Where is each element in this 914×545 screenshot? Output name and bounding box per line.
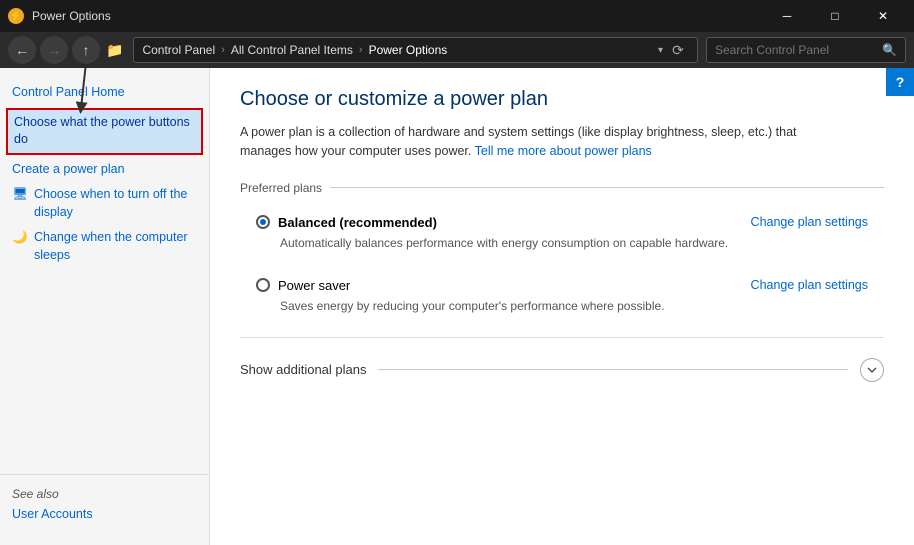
title-bar-left: ⚡ Power Options	[8, 8, 111, 24]
plan-item-power-saver: Power saver Change plan settings Saves e…	[240, 266, 884, 325]
title-bar: ⚡ Power Options ─ □ ✕	[0, 0, 914, 32]
user-accounts-link[interactable]: User Accounts	[12, 507, 197, 521]
divider	[240, 337, 884, 338]
plan-name-power-saver: Power saver	[278, 278, 350, 293]
breadcrumb-power-options[interactable]: Power Options	[369, 43, 448, 57]
see-also-heading: See also	[12, 487, 197, 501]
sidebar-item-power-buttons[interactable]: Choose what the power buttons do	[6, 108, 203, 155]
search-button[interactable]: 🔍	[882, 43, 897, 57]
sidebar-item-label: Choose when to turn off the display	[34, 186, 197, 221]
change-settings-power-saver[interactable]: Change plan settings	[751, 278, 868, 292]
change-settings-balanced[interactable]: Change plan settings	[751, 215, 868, 229]
sidebar-item-label: Create a power plan	[12, 161, 197, 179]
title-bar-controls: ─ □ ✕	[764, 0, 906, 32]
chevron-down-icon	[866, 364, 878, 376]
sidebar-item-turn-off-display[interactable]: 🖥 Choose when to turn off the display	[0, 182, 209, 225]
sidebar: Control Panel Home Choose what the power…	[0, 68, 210, 545]
navigation-bar: ← → ↑ 📁 Control Panel › All Control Pane…	[0, 32, 914, 68]
plan-description-power-saver: Saves energy by reducing your computer's…	[280, 299, 868, 313]
power-options-icon: ⚡	[8, 8, 24, 24]
plan-radio-power-saver[interactable]: Power saver	[256, 278, 350, 293]
radio-power-saver[interactable]	[256, 278, 270, 292]
show-plans-line	[378, 369, 848, 370]
radio-balanced[interactable]	[256, 215, 270, 229]
preferred-plans-label: Preferred plans	[240, 181, 884, 195]
learn-more-link[interactable]: Tell me more about power plans	[475, 144, 652, 158]
address-dropdown-icon[interactable]: ▾	[658, 45, 663, 56]
plan-name-balanced: Balanced (recommended)	[278, 215, 437, 230]
sidebar-item-label: Control Panel Home	[12, 84, 197, 102]
plan-header-power-saver: Power saver Change plan settings	[256, 278, 868, 293]
up-button[interactable]: ↑	[72, 36, 100, 64]
plan-description-balanced: Automatically balances performance with …	[280, 236, 868, 250]
help-button[interactable]: ?	[886, 68, 914, 96]
sleep-icon: 🌙	[12, 230, 28, 246]
page-title: Choose or customize a power plan	[240, 88, 884, 111]
address-bar[interactable]: Control Panel › All Control Panel Items …	[133, 37, 698, 63]
show-plans-chevron[interactable]	[860, 358, 884, 382]
content-area: ? Choose or customize a power plan A pow…	[210, 68, 914, 545]
breadcrumb-sep-2: ›	[359, 44, 363, 56]
plan-header-balanced: Balanced (recommended) Change plan setti…	[256, 215, 868, 230]
back-button[interactable]: ←	[8, 36, 36, 64]
refresh-button[interactable]: ⟳	[667, 39, 689, 61]
sidebar-nav: Control Panel Home Choose what the power…	[0, 80, 209, 474]
maximize-button[interactable]: □	[812, 0, 858, 32]
window-title: Power Options	[32, 9, 111, 23]
sidebar-item-create-power-plan[interactable]: Create a power plan	[0, 157, 209, 183]
breadcrumb-control-panel[interactable]: Control Panel	[142, 43, 215, 57]
page-description: A power plan is a collection of hardware…	[240, 123, 840, 161]
breadcrumb-sep-1: ›	[221, 44, 225, 56]
sidebar-item-label: Choose what the power buttons do	[14, 114, 195, 149]
sidebar-item-label: Change when the computer sleeps	[34, 229, 197, 264]
search-input[interactable]	[715, 43, 878, 57]
close-button[interactable]: ✕	[860, 0, 906, 32]
plan-item-balanced: Balanced (recommended) Change plan setti…	[240, 203, 884, 262]
sidebar-item-change-sleep[interactable]: 🌙 Change when the computer sleeps	[0, 225, 209, 268]
main-container: Control Panel Home Choose what the power…	[0, 68, 914, 545]
minimize-button[interactable]: ─	[764, 0, 810, 32]
display-icon: 🖥	[12, 187, 28, 203]
breadcrumb-all-items[interactable]: All Control Panel Items	[231, 43, 353, 57]
plan-radio-balanced[interactable]: Balanced (recommended)	[256, 215, 437, 230]
show-additional-plans-label: Show additional plans	[240, 362, 366, 377]
search-box[interactable]: 🔍	[706, 37, 906, 63]
sidebar-bottom: See also User Accounts	[0, 474, 209, 533]
sidebar-item-control-panel-home[interactable]: Control Panel Home	[0, 80, 209, 106]
folder-icon: 📁	[106, 42, 123, 59]
forward-button[interactable]: →	[40, 36, 68, 64]
show-additional-plans-row[interactable]: Show additional plans	[240, 350, 884, 390]
